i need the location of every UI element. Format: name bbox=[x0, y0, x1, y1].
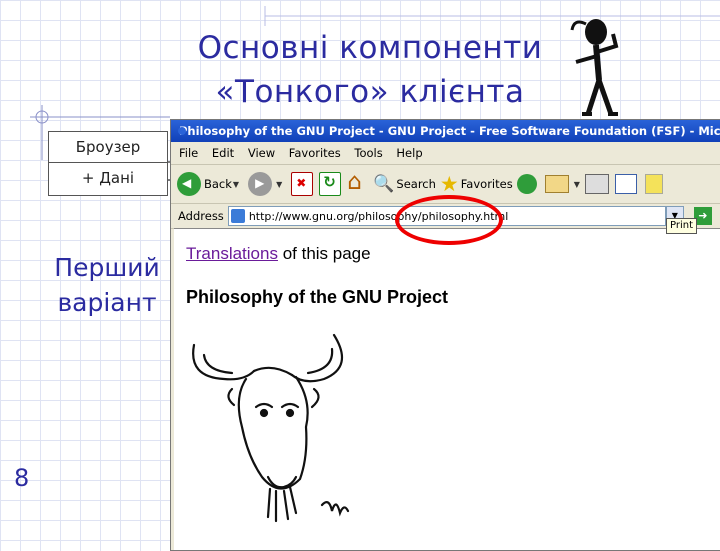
back-label: Back bbox=[204, 177, 232, 191]
browser-window: Philosophy of the GNU Project - GNU Proj… bbox=[170, 119, 720, 551]
slide-number: 8 bbox=[14, 464, 30, 492]
back-button[interactable]: Back ▼ bbox=[171, 172, 244, 196]
translations-line: Translations of this page bbox=[186, 244, 371, 264]
menu-edit[interactable]: Edit bbox=[212, 142, 234, 164]
url-highlight-ellipse bbox=[395, 195, 503, 245]
stick-figure-icon bbox=[570, 19, 619, 116]
history-icon[interactable] bbox=[516, 174, 537, 194]
search-label: Search bbox=[396, 177, 436, 191]
page-heading: Philosophy of the GNU Project bbox=[186, 287, 449, 307]
browser-titlebar[interactable]: Philosophy of the GNU Project - GNU Proj… bbox=[171, 120, 720, 142]
search-button[interactable]: 🔍 Search bbox=[373, 174, 436, 194]
page-icon bbox=[230, 209, 245, 223]
uml-class-box: Броузер + Дані bbox=[48, 131, 168, 196]
slide-title-line2: «Тонкого» клієнта bbox=[215, 74, 525, 110]
variant-line1: Перший bbox=[54, 253, 160, 282]
translations-link[interactable]: Translations bbox=[186, 244, 278, 263]
search-icon: 🔍 bbox=[373, 174, 395, 194]
menu-bar: File Edit View Favorites Tools Help bbox=[171, 142, 720, 165]
favorites-star-icon: ★ bbox=[439, 172, 459, 196]
menu-file[interactable]: File bbox=[179, 142, 198, 164]
address-label: Address bbox=[178, 209, 224, 223]
window-title: Philosophy of the GNU Project - GNU Proj… bbox=[179, 124, 720, 138]
edit-icon[interactable] bbox=[614, 174, 637, 194]
gnu-head-icon bbox=[192, 333, 350, 523]
page-content: Translations of this page Philosophy of … bbox=[174, 228, 720, 550]
favorites-button[interactable]: ★ Favorites bbox=[440, 172, 513, 196]
forward-icon bbox=[248, 172, 273, 196]
mail-icon[interactable] bbox=[544, 175, 569, 193]
print-icon[interactable] bbox=[584, 174, 609, 194]
uml-class-attribute: + Дані bbox=[81, 169, 135, 187]
menu-view[interactable]: View bbox=[248, 142, 275, 164]
variant-label: Перший варіант bbox=[42, 250, 172, 320]
back-dropdown-icon[interactable]: ▼ bbox=[233, 180, 239, 189]
menu-favorites[interactable]: Favorites bbox=[289, 142, 341, 164]
forward-button[interactable]: ▼ bbox=[248, 172, 287, 196]
translations-rest: of this page bbox=[277, 244, 371, 263]
variant-line2: варіант bbox=[57, 288, 157, 317]
print-tooltip: Print bbox=[666, 218, 698, 234]
slide-title: Основні компоненти «Тонкого» клієнта bbox=[150, 26, 590, 114]
favorites-label: Favorites bbox=[460, 177, 513, 191]
uml-class-name: Броузер bbox=[49, 132, 167, 163]
menu-help[interactable]: Help bbox=[396, 142, 422, 164]
refresh-icon[interactable] bbox=[319, 172, 342, 196]
home-icon[interactable] bbox=[347, 169, 367, 195]
menu-tools[interactable]: Tools bbox=[354, 142, 382, 164]
back-icon bbox=[177, 172, 201, 196]
slide-title-line1: Основні компоненти bbox=[197, 30, 543, 66]
mail-dropdown-icon[interactable]: ▼ bbox=[574, 180, 580, 189]
forward-dropdown-icon[interactable]: ▼ bbox=[276, 180, 282, 189]
stop-icon[interactable] bbox=[291, 172, 314, 196]
messenger-icon[interactable] bbox=[644, 174, 663, 194]
